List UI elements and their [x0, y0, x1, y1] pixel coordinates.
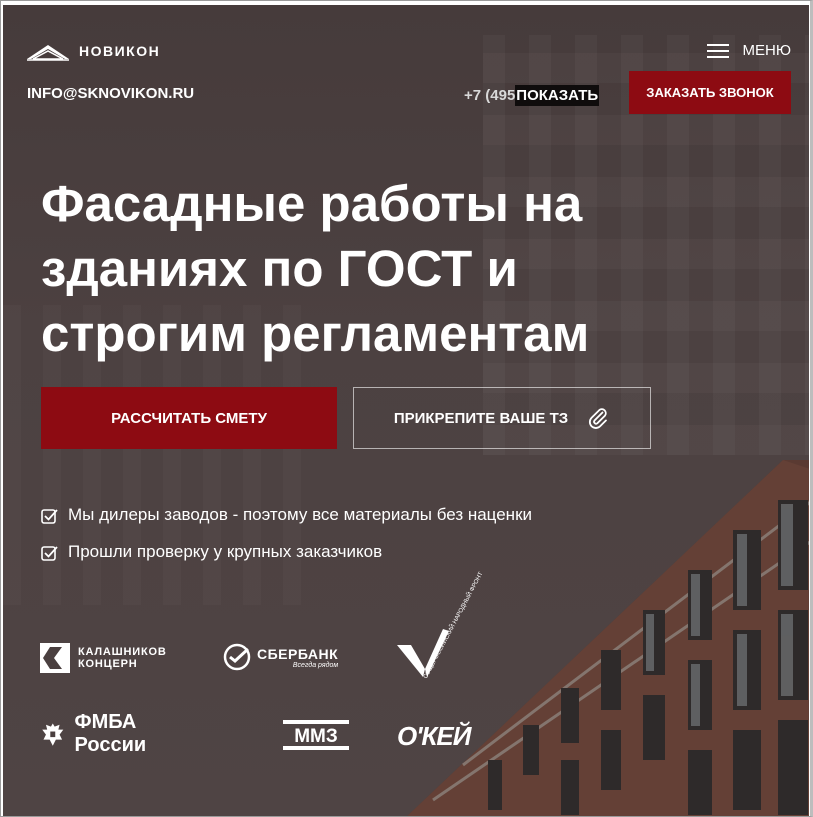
page-title: Фасадные работы на зданиях по ГОСТ и стр… — [41, 171, 741, 366]
okey-logo: О'КЕЙ — [397, 721, 471, 752]
features-list: Мы дилеры заводов - поэтому все материал… — [41, 505, 532, 579]
okey-text: О'КЕЙ — [397, 721, 471, 751]
fmba-logo: ФМБА России — [41, 711, 161, 757]
logo-icon — [27, 45, 69, 61]
calculate-estimate-button[interactable]: РАССЧИТАТЬ СМЕТУ — [41, 387, 337, 449]
logo-text: НОВИКОН — [79, 43, 161, 59]
kalashnikov-line-2: КОНЦЕРН — [78, 658, 138, 670]
attach-spec-button[interactable]: ПРИКРЕПИТЕ ВАШЕ ТЗ — [353, 387, 651, 449]
hero-section: НОВИКОН МЕНЮ INFO@SKNOVIKON.RU +7 (495 П… — [3, 5, 809, 816]
logo[interactable]: НОВИКОН — [25, 41, 160, 61]
feature-text: Прошли проверку у крупных заказчиков — [68, 542, 383, 561]
feature-item: Прошли проверку у крупных заказчиков — [41, 542, 532, 562]
kalashnikov-logo: КАЛАШНИКОВ КОНЦЕРН — [40, 643, 167, 673]
menu-label: МЕНЮ — [742, 42, 792, 59]
sberbank-icon — [223, 643, 251, 671]
sberbank-text: СБЕРБАНК — [257, 645, 339, 662]
order-call-button[interactable]: ЗАКАЗАТЬ ЗВОНОК — [629, 71, 791, 114]
email-link[interactable]: INFO@SKNOVIKON.RU — [27, 85, 194, 102]
kalashnikov-icon — [40, 643, 70, 673]
headline-line-1: Фасадные работы на — [41, 175, 583, 232]
page-frame: НОВИКОН МЕНЮ INFO@SKNOVIKON.RU +7 (495 П… — [0, 0, 813, 817]
phone-block: +7 (495 ПОКАЗАТЬ — [464, 85, 600, 106]
fmba-text: ФМБА России — [74, 711, 147, 756]
mmz-logo: ММЗ — [283, 720, 349, 750]
feature-text: Мы дилеры заводов - поэтому все материал… — [68, 505, 532, 524]
show-phone-button[interactable]: ПОКАЗАТЬ — [515, 85, 600, 106]
attach-spec-label: ПРИКРЕПИТЕ ВАШЕ ТЗ — [393, 409, 569, 427]
paperclip-icon — [589, 408, 608, 429]
headline-line-3: строгим регламентам — [41, 305, 590, 362]
onf-logo: ОБЩЕРОССИЙСКИЙ НАРОДНЫЙ ФРОНТ — [397, 571, 485, 683]
eagle-emblem-icon — [42, 723, 64, 746]
kalashnikov-line-1: КАЛАШНИКОВ — [78, 646, 167, 658]
phone-number: +7 (495 — [464, 87, 516, 104]
feature-item: Мы дилеры заводов - поэтому все материал… — [41, 505, 532, 525]
checkbox-icon — [41, 545, 58, 561]
mmz-text: ММЗ — [294, 726, 338, 747]
sberbank-tagline: Всегда рядом — [292, 661, 339, 669]
hamburger-icon — [706, 43, 729, 58]
mmz-icon: ММЗ — [283, 720, 349, 750]
menu-button[interactable]: МЕНЮ — [706, 42, 792, 59]
headline-line-2: зданиях по ГОСТ и — [41, 240, 518, 297]
sberbank-logo: СБЕРБАНК Всегда рядом — [223, 643, 338, 671]
checkbox-icon — [41, 508, 58, 524]
